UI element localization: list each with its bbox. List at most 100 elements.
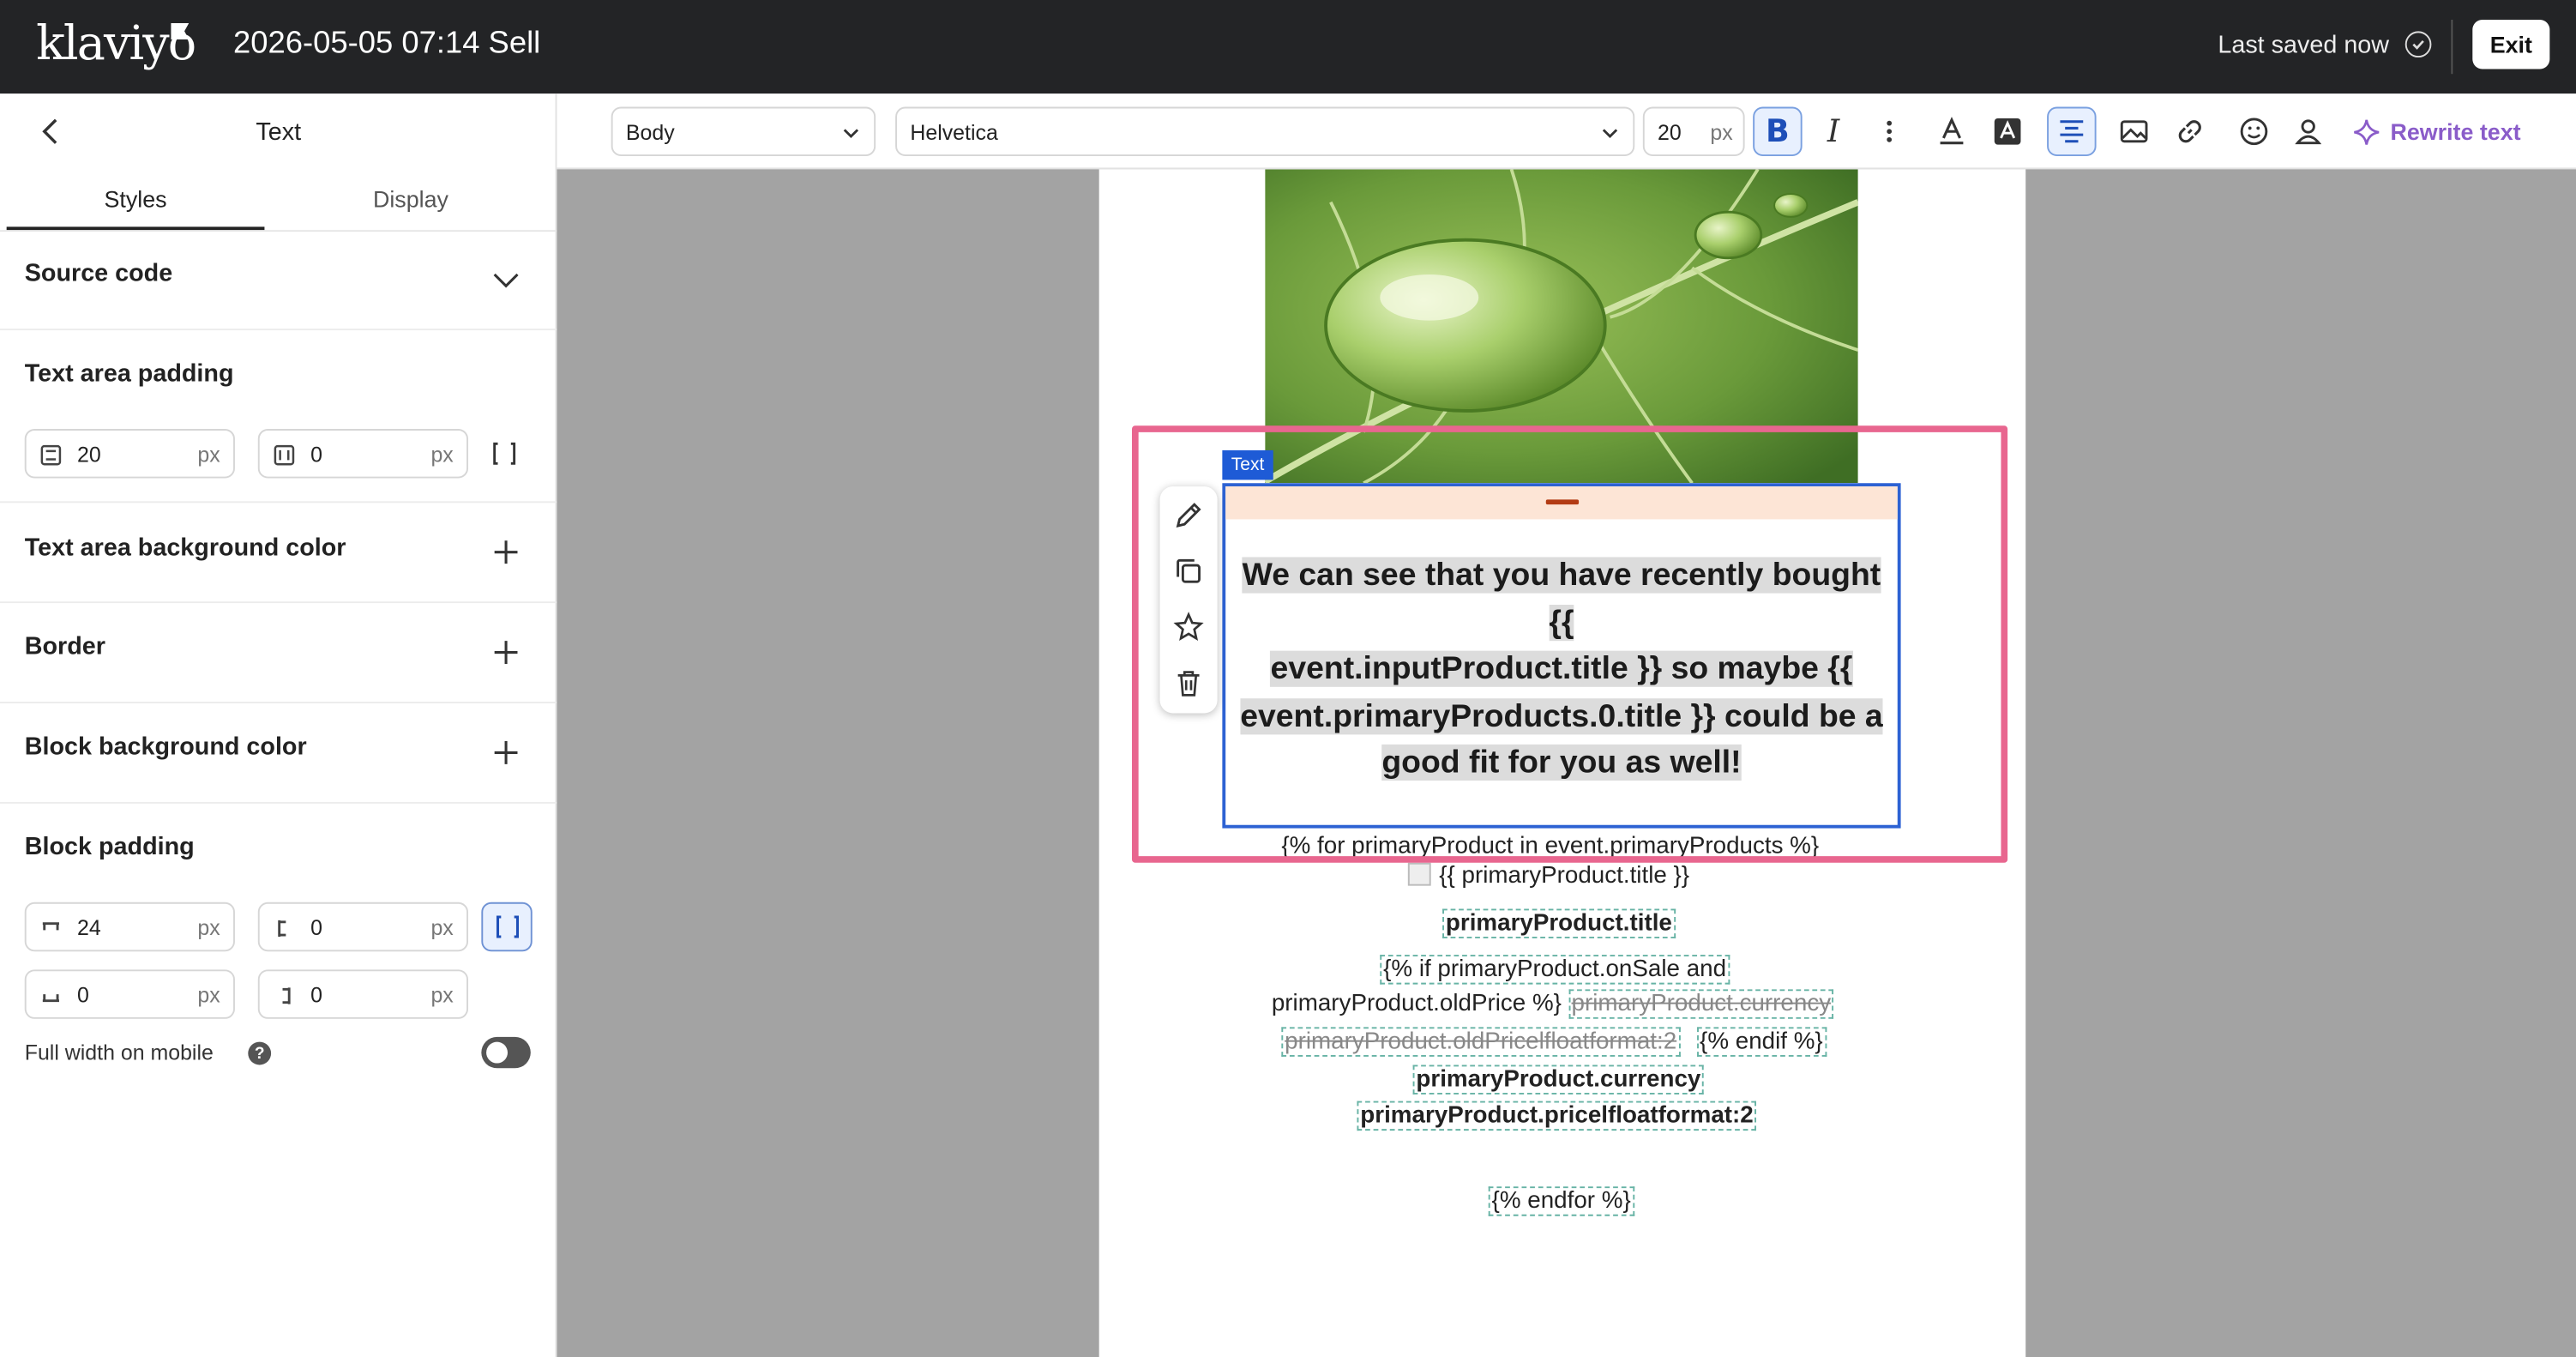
email-canvas: {% for primaryProduct in event.primaryPr… (557, 169, 2576, 1357)
block-actions (1159, 486, 1218, 714)
more-vertical-icon (1887, 120, 1893, 142)
padding-horizontal-icon (274, 444, 295, 466)
divider (0, 601, 557, 604)
divider (0, 501, 557, 504)
emoji-button[interactable] (2230, 107, 2278, 156)
border-label[interactable]: Border (25, 633, 105, 661)
block-padding-right-field[interactable]: 0 px (257, 969, 469, 1019)
source-code-label[interactable]: Source code (25, 260, 172, 288)
star-icon[interactable] (1173, 612, 1204, 642)
chevron-down-icon (843, 129, 859, 139)
font-size-field[interactable]: 20 px (1642, 106, 1745, 157)
font-size-value: 20 (1658, 119, 1682, 145)
unit-label: px (430, 915, 454, 940)
block-padding-right-value: 0 (310, 982, 322, 1008)
link-icon (2178, 120, 2201, 143)
text-style-select[interactable]: Body (611, 106, 876, 157)
main-text-content[interactable]: We can see that you have recently bought… (1232, 552, 1891, 787)
insert-link-button[interactable] (2165, 107, 2214, 156)
block-type-tag: Text (1222, 449, 1273, 480)
text-area-bg-label[interactable]: Text area background color (25, 534, 346, 563)
padding-indicator (1225, 486, 1898, 520)
italic-button[interactable]: I (1809, 107, 1857, 156)
padding-bottom-icon (42, 994, 59, 1003)
text-line: event.primaryProducts.0.title }} could b… (1240, 697, 1883, 734)
text-color-button[interactable] (1927, 107, 1976, 156)
full-width-mobile-label: Full width on mobile (24, 1040, 214, 1065)
back-arrow-icon[interactable] (36, 117, 65, 146)
block-padding-top-field[interactable]: 24 px (24, 902, 235, 952)
product-price: primaryProduct.pricelfloatformat:2 (1357, 1101, 1757, 1131)
block-padding-bottom-field[interactable]: 0 px (24, 969, 235, 1019)
text-toolbar: Body Helvetica 20 px B I Rewrite text (557, 93, 2576, 170)
highlight-color-button[interactable] (1983, 107, 2031, 156)
duplicate-icon[interactable] (1173, 556, 1204, 587)
text-block[interactable]: We can see that you have recently bought… (1222, 483, 1901, 829)
font-family-select[interactable]: Helvetica (895, 106, 1635, 157)
unit-label: px (197, 442, 220, 467)
align-center-icon (2060, 120, 2084, 143)
divider (0, 230, 557, 232)
padding-drag-handle[interactable] (1545, 499, 1580, 505)
chevron-down-icon[interactable] (491, 264, 521, 293)
text-padding-horizontal-value: 0 (310, 442, 322, 467)
divider (2451, 19, 2453, 75)
old-currency: primaryProduct.currency (1568, 989, 1834, 1019)
product-image-row[interactable]: {{ primaryProduct.title }} (1407, 862, 1690, 890)
rewrite-text-button[interactable]: Rewrite text (2352, 107, 2521, 156)
insert-image-button[interactable] (2110, 107, 2158, 156)
block-padding-bottom-value: 0 (77, 982, 89, 1008)
if-oldprice-tag: primaryProduct.oldPrice %} (1271, 991, 1562, 1017)
exit-button[interactable]: Exit (2472, 19, 2550, 69)
block-padding-top-value: 24 (77, 915, 101, 940)
more-options-button[interactable] (1864, 107, 1913, 156)
product-image-alt: {{ primaryProduct.title }} (1439, 862, 1690, 890)
text-style-value: Body (625, 119, 675, 145)
endif-tag: {% endif %} (1696, 1027, 1827, 1057)
font-size-unit: px (1710, 119, 1733, 145)
padding-link-icon[interactable] (490, 439, 519, 468)
unit-label: px (430, 982, 454, 1008)
properties-panel: Text Styles Display Source code Text are… (0, 93, 557, 1357)
padding-link-icon (496, 915, 520, 938)
help-icon[interactable]: ? (248, 1041, 272, 1065)
tab-display[interactable]: Display (264, 185, 557, 230)
tab-styles[interactable]: Styles (6, 185, 265, 231)
text-padding-horizontal-field[interactable]: 0 px (257, 429, 469, 479)
text-padding-vertical-value: 20 (77, 442, 101, 467)
text-area-padding-label: Text area padding (24, 359, 234, 389)
text-line: event.inputProduct.title }} so maybe {{ (1270, 650, 1853, 687)
divider (0, 329, 557, 331)
unit-label: px (430, 442, 454, 467)
block-padding-left-field[interactable]: 0 px (257, 902, 469, 952)
person-icon (2295, 119, 2322, 145)
align-center-button[interactable] (2047, 106, 2097, 157)
padding-vertical-icon (40, 444, 62, 466)
divider (0, 702, 557, 703)
full-width-mobile-toggle[interactable] (481, 1036, 531, 1069)
padding-right-icon (282, 987, 291, 1004)
check-circle-icon (2404, 31, 2432, 58)
add-icon[interactable] (491, 637, 521, 666)
image-icon (2120, 120, 2148, 143)
bold-button[interactable]: B (1753, 106, 1803, 157)
top-bar: klaviyo 2026-05-05 07:14 Sell Last saved… (0, 0, 2576, 94)
block-bg-label[interactable]: Block background color (25, 733, 307, 761)
block-padding-label: Block padding (24, 833, 195, 861)
personalize-button[interactable] (2284, 107, 2332, 156)
text-line: We can see that you have recently bought… (1242, 557, 1881, 641)
unit-label: px (197, 915, 220, 940)
product-currency: primaryProduct.currency (1412, 1064, 1705, 1095)
pencil-icon[interactable] (1173, 499, 1204, 530)
campaign-title[interactable]: 2026-05-05 07:14 Sell (233, 27, 540, 63)
rewrite-text-label: Rewrite text (2390, 118, 2521, 145)
add-icon[interactable] (491, 738, 521, 767)
padding-link-toggle[interactable] (481, 902, 533, 952)
save-status: Last saved now (2218, 31, 2390, 59)
add-icon[interactable] (491, 537, 521, 566)
trash-icon[interactable] (1173, 667, 1204, 698)
font-family-value: Helvetica (910, 119, 998, 145)
sparkle-icon (2354, 118, 2380, 144)
emoji-icon (2240, 118, 2268, 146)
text-padding-vertical-field[interactable]: 20 px (24, 429, 235, 479)
